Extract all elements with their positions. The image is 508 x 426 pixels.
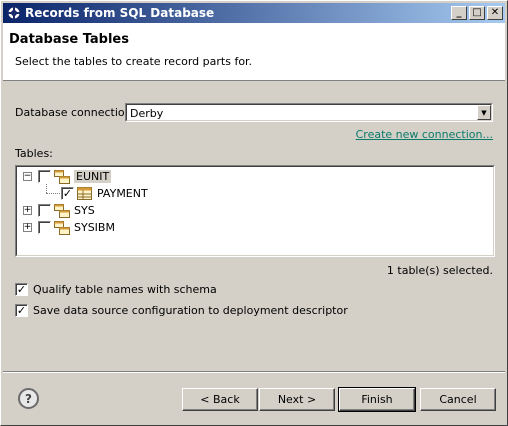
divider bbox=[3, 371, 505, 373]
tree-checkbox-payment[interactable]: ✓ bbox=[61, 187, 74, 200]
tables-tree[interactable]: − EUNIT ✓ PAYMENT + SYS + SYSIBM bbox=[15, 165, 495, 257]
header-panel: Database Tables Select the tables to cre… bbox=[3, 23, 505, 81]
page-description: Select the tables to create record parts… bbox=[15, 55, 253, 68]
connection-value: Derby bbox=[130, 107, 164, 120]
cancel-button[interactable]: Cancel bbox=[420, 388, 496, 411]
tree-checkbox-sys[interactable] bbox=[38, 204, 51, 217]
tables-label: Tables: bbox=[15, 147, 53, 160]
close-button[interactable]: ✕ bbox=[487, 6, 503, 20]
back-button-label: < Back bbox=[200, 393, 240, 406]
finish-button[interactable]: Finish bbox=[338, 387, 416, 412]
chevron-down-icon[interactable]: ▼ bbox=[477, 105, 491, 120]
expand-icon[interactable]: + bbox=[23, 206, 32, 215]
qualify-checkbox[interactable]: ✓ bbox=[15, 283, 28, 296]
dialog-window: Records from SQL Database _ □ ✕ Database… bbox=[0, 0, 508, 426]
tree-label-eunit: EUNIT bbox=[74, 170, 112, 183]
connection-select[interactable]: Derby ▼ bbox=[125, 103, 493, 122]
maximize-button[interactable]: □ bbox=[469, 6, 485, 20]
schema-icon bbox=[54, 203, 70, 218]
connection-label: Database connection: bbox=[15, 106, 136, 119]
tree-label-sysibm: SYSIBM bbox=[74, 221, 115, 234]
cancel-button-label: Cancel bbox=[439, 393, 477, 406]
schema-icon bbox=[54, 220, 70, 235]
save-config-checkbox[interactable]: ✓ bbox=[15, 304, 28, 317]
close-icon: ✕ bbox=[490, 7, 500, 18]
tree-item-sys[interactable]: + SYS bbox=[23, 202, 95, 219]
tree-item-payment[interactable]: ✓ PAYMENT bbox=[61, 185, 148, 202]
qualify-label: Qualify table names with schema bbox=[33, 283, 217, 296]
tree-item-sysibm[interactable]: + SYSIBM bbox=[23, 219, 115, 236]
window-title: Records from SQL Database bbox=[25, 6, 215, 20]
selection-status: 1 table(s) selected. bbox=[386, 264, 493, 277]
help-button[interactable]: ? bbox=[18, 388, 39, 409]
tree-checkbox-sysibm[interactable] bbox=[38, 221, 51, 234]
title-bar[interactable]: Records from SQL Database _ □ ✕ bbox=[3, 3, 505, 23]
tree-label-sys: SYS bbox=[74, 204, 95, 217]
next-button[interactable]: Next > bbox=[259, 388, 335, 411]
eclipse-icon bbox=[6, 5, 22, 21]
tree-label-payment: PAYMENT bbox=[97, 187, 148, 200]
maximize-icon: □ bbox=[472, 7, 482, 18]
tree-item-eunit[interactable]: − EUNIT bbox=[23, 168, 112, 185]
save-config-label: Save data source configuration to deploy… bbox=[33, 304, 348, 317]
save-config-option[interactable]: ✓ Save data source configuration to depl… bbox=[15, 304, 348, 317]
create-connection-link[interactable]: Create new connection... bbox=[356, 128, 493, 141]
expand-icon[interactable]: + bbox=[23, 223, 32, 232]
page-title: Database Tables bbox=[9, 32, 129, 47]
next-button-label: Next > bbox=[277, 393, 317, 406]
collapse-icon[interactable]: − bbox=[23, 172, 32, 181]
back-button[interactable]: < Back bbox=[182, 388, 258, 411]
minimize-button[interactable]: _ bbox=[451, 6, 467, 20]
help-icon: ? bbox=[25, 391, 32, 406]
minimize-icon: _ bbox=[456, 7, 462, 18]
qualify-option[interactable]: ✓ Qualify table names with schema bbox=[15, 283, 217, 296]
tree-checkbox-eunit[interactable] bbox=[38, 170, 51, 183]
schema-icon bbox=[54, 169, 70, 184]
finish-button-label: Finish bbox=[361, 393, 393, 406]
table-icon bbox=[77, 186, 93, 201]
